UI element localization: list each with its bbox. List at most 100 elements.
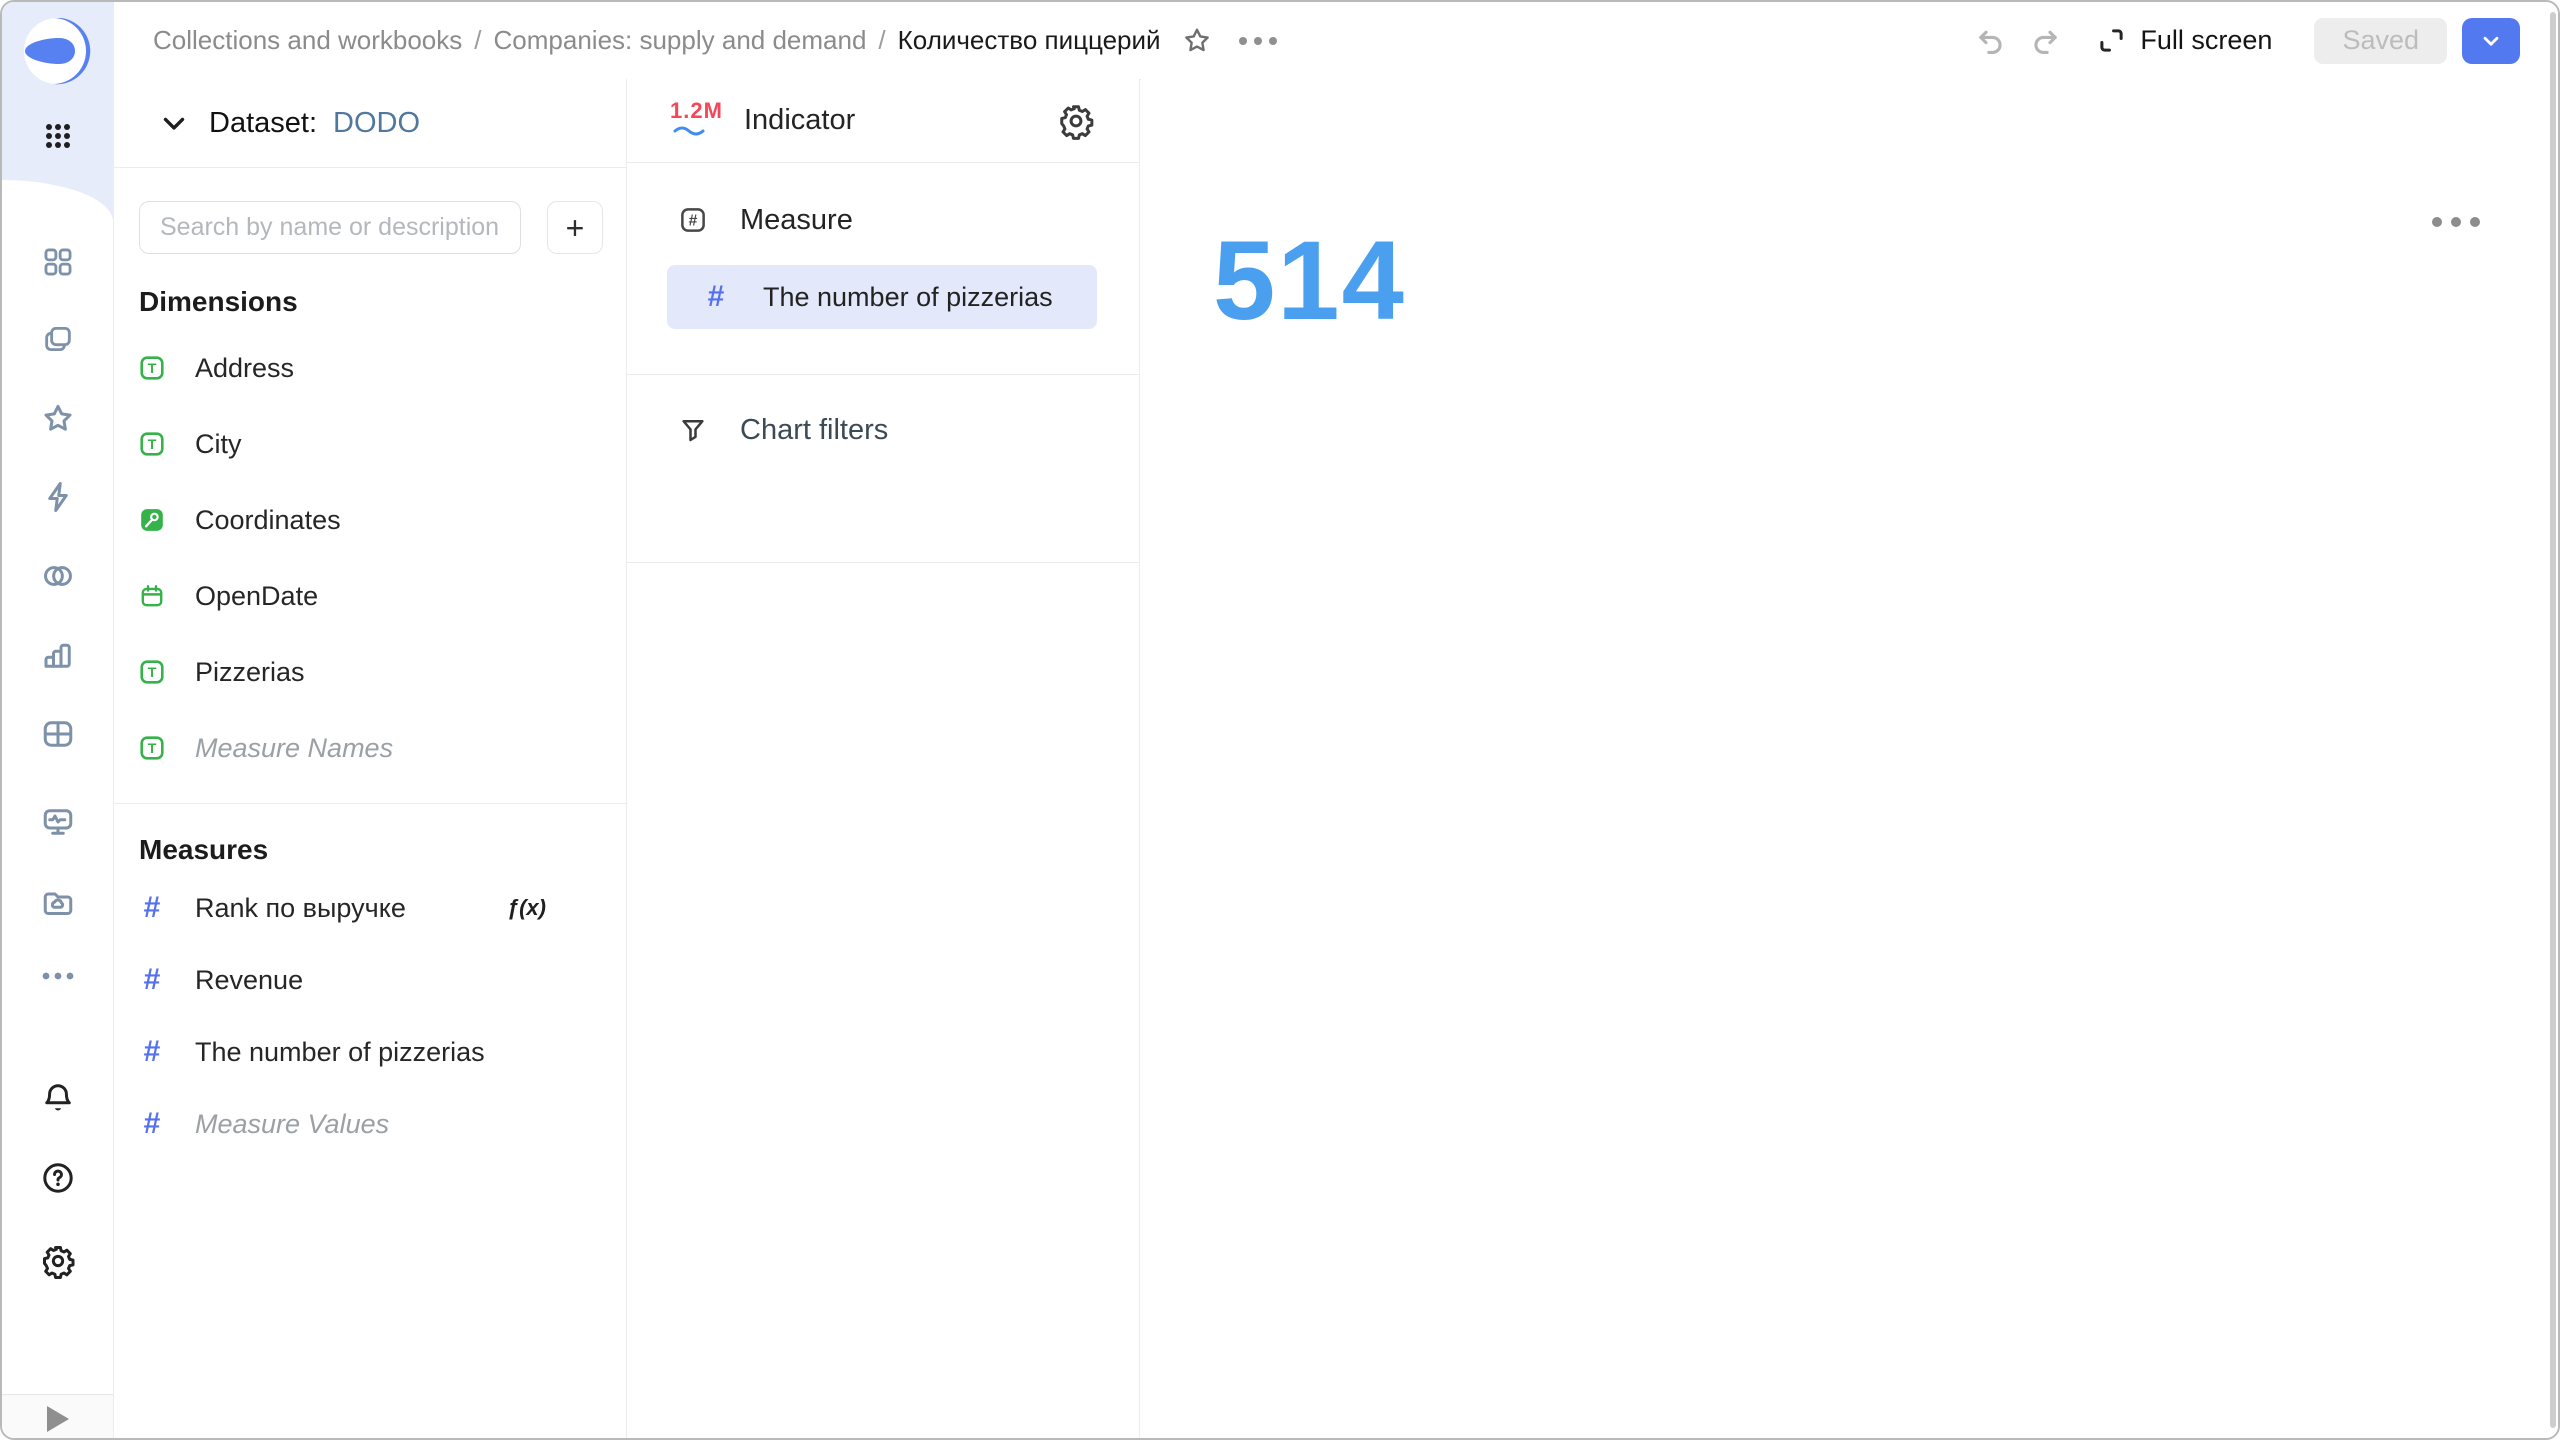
notifications-bell-icon[interactable] (2, 1080, 113, 1116)
sidebar-footer (2, 1394, 113, 1438)
datalens-logo-icon[interactable] (23, 17, 91, 85)
measures-list: # Rank по выручке ƒ(x) # Revenue # The n… (113, 872, 626, 1160)
funnel-icon (678, 415, 708, 445)
field-search-row: + (139, 201, 603, 254)
field-row-revenue[interactable]: # Revenue (113, 944, 626, 1016)
topbar-actions: Full screen Saved (1973, 17, 2520, 64)
number-field-icon: # (143, 1107, 161, 1140)
text-field-icon: T (139, 659, 165, 685)
measure-field-chip-label: The number of pizzerias (763, 281, 1053, 312)
expand-sidebar-icon[interactable] (46, 1405, 69, 1432)
chart-settings-gear-icon[interactable] (1057, 102, 1095, 140)
connections-lightning-icon[interactable] (2, 479, 113, 515)
top-bar: Collections and workbooks / Companies: s… (113, 2, 2558, 80)
field-label: OpenDate (195, 580, 319, 611)
breadcrumb: Collections and workbooks / Companies: s… (153, 25, 1161, 56)
svg-text:T: T (148, 436, 157, 452)
field-row-address[interactable]: T Address (113, 330, 626, 406)
breadcrumb-more-icon[interactable] (1238, 36, 1277, 45)
collections-icon[interactable] (2, 322, 113, 356)
measure-section: # Measure # The number of pizzerias (627, 163, 1139, 375)
field-label: City (195, 428, 242, 459)
field-row-measure-values[interactable]: # Measure Values (113, 1088, 626, 1160)
indicator-badge-text: 1.2M (670, 97, 723, 123)
section-divider (113, 803, 626, 804)
measure-section-header: # Measure (627, 191, 1139, 249)
dimensions-list: T Address T City Coordinates OpenDate T … (113, 330, 626, 786)
breadcrumb-workbook[interactable]: Companies: supply and demand (494, 25, 867, 56)
breadcrumb-collections[interactable]: Collections and workbooks (153, 25, 462, 56)
svg-text:T: T (148, 664, 157, 680)
number-field-icon: # (143, 1035, 161, 1068)
dimensions-heading: Dimensions (139, 286, 298, 317)
chevron-down-icon (2483, 36, 2499, 46)
breadcrumb-separator: / (878, 25, 886, 55)
field-row-coordinates[interactable]: Coordinates (113, 482, 626, 558)
field-label: Address (195, 352, 295, 383)
indicator-chart-type-icon[interactable]: 1.2M (670, 98, 734, 144)
breadcrumb-chart-title: Количество пиццерий (897, 25, 1161, 55)
measure-section-title: Measure (740, 203, 853, 236)
chart-filters-header[interactable]: Chart filters (627, 401, 1139, 459)
field-label: The number of pizzerias (195, 1036, 485, 1067)
text-field-icon: T (139, 735, 165, 761)
datasets-circles-icon[interactable] (2, 558, 113, 594)
field-label: Measure Names (195, 732, 394, 763)
dashboards-grid-icon[interactable] (2, 245, 113, 279)
dataset-panel: Dataset: DODO + Dimensions T Address T C… (113, 79, 627, 1438)
dataset-name-link[interactable]: DODO (333, 107, 420, 140)
chart-type-header: 1.2M Indicator (627, 79, 1139, 163)
save-menu-button[interactable] (2462, 17, 2520, 64)
breadcrumb-separator: / (474, 25, 482, 55)
chart-menu-ellipsis-icon[interactable] (2432, 217, 2480, 227)
collapse-chevron-icon[interactable] (157, 106, 191, 140)
monitoring-icon[interactable] (2, 804, 113, 840)
svg-text:T: T (148, 360, 157, 376)
help-question-icon[interactable] (2, 1160, 113, 1196)
field-label: Revenue (195, 964, 304, 995)
geo-field-icon (139, 507, 165, 533)
charts-bars-icon[interactable] (2, 637, 113, 673)
number-field-icon: # (143, 891, 161, 924)
measures-heading: Measures (139, 834, 269, 865)
chart-filters-title: Chart filters (740, 413, 889, 446)
chart-canvas: 514 (1141, 79, 2558, 1438)
storage-folder-icon[interactable] (2, 885, 113, 921)
app-window: Collections and workbooks / Companies: s… (0, 0, 2560, 1440)
date-field-icon (139, 583, 165, 609)
apps-grid-icon[interactable] (2, 118, 113, 154)
field-row-measure-names[interactable]: T Measure Names (113, 710, 626, 786)
page-scrollbar[interactable] (2550, 12, 2556, 1428)
field-row-city[interactable]: T City (113, 406, 626, 482)
chart-type-label: Indicator (744, 104, 856, 136)
fullscreen-button[interactable]: Full screen (2140, 25, 2272, 56)
field-label: Coordinates (195, 504, 341, 535)
field-search-input[interactable] (139, 201, 521, 254)
dataset-header: Dataset: DODO (113, 79, 626, 168)
field-label: Pizzerias (195, 656, 305, 687)
chart-config-panel: 1.2M Indicator # Measure # The number of… (627, 79, 1140, 1438)
text-field-icon: T (139, 355, 165, 381)
svg-text:#: # (689, 213, 698, 230)
favorites-star-icon[interactable] (2, 401, 113, 437)
settings-gear-icon[interactable] (2, 1243, 113, 1279)
add-field-button[interactable]: + (547, 201, 603, 254)
field-row-number-of-pizzerias[interactable]: # The number of pizzerias (113, 1016, 626, 1088)
measure-field-chip[interactable]: # The number of pizzerias (667, 265, 1097, 329)
redo-icon[interactable] (2029, 24, 2063, 58)
favorite-star-icon[interactable] (1181, 25, 1213, 57)
field-row-pizzerias[interactable]: T Pizzerias (113, 634, 626, 710)
saved-button[interactable]: Saved (2314, 17, 2447, 64)
text-field-icon: T (139, 431, 165, 457)
more-ellipsis-icon[interactable] (2, 969, 113, 983)
undo-icon[interactable] (1973, 24, 2007, 58)
left-rail (2, 2, 114, 1438)
hash-square-icon: # (678, 205, 708, 235)
fullscreen-icon[interactable] (2095, 24, 2128, 57)
dataset-label: Dataset: (209, 106, 317, 139)
svg-text:T: T (148, 740, 157, 756)
field-row-opendate[interactable]: OpenDate (113, 558, 626, 634)
field-row-rank[interactable]: # Rank по выручке ƒ(x) (113, 872, 626, 944)
formula-icon: ƒ(x) (506, 895, 546, 920)
table-icon[interactable] (2, 716, 113, 752)
